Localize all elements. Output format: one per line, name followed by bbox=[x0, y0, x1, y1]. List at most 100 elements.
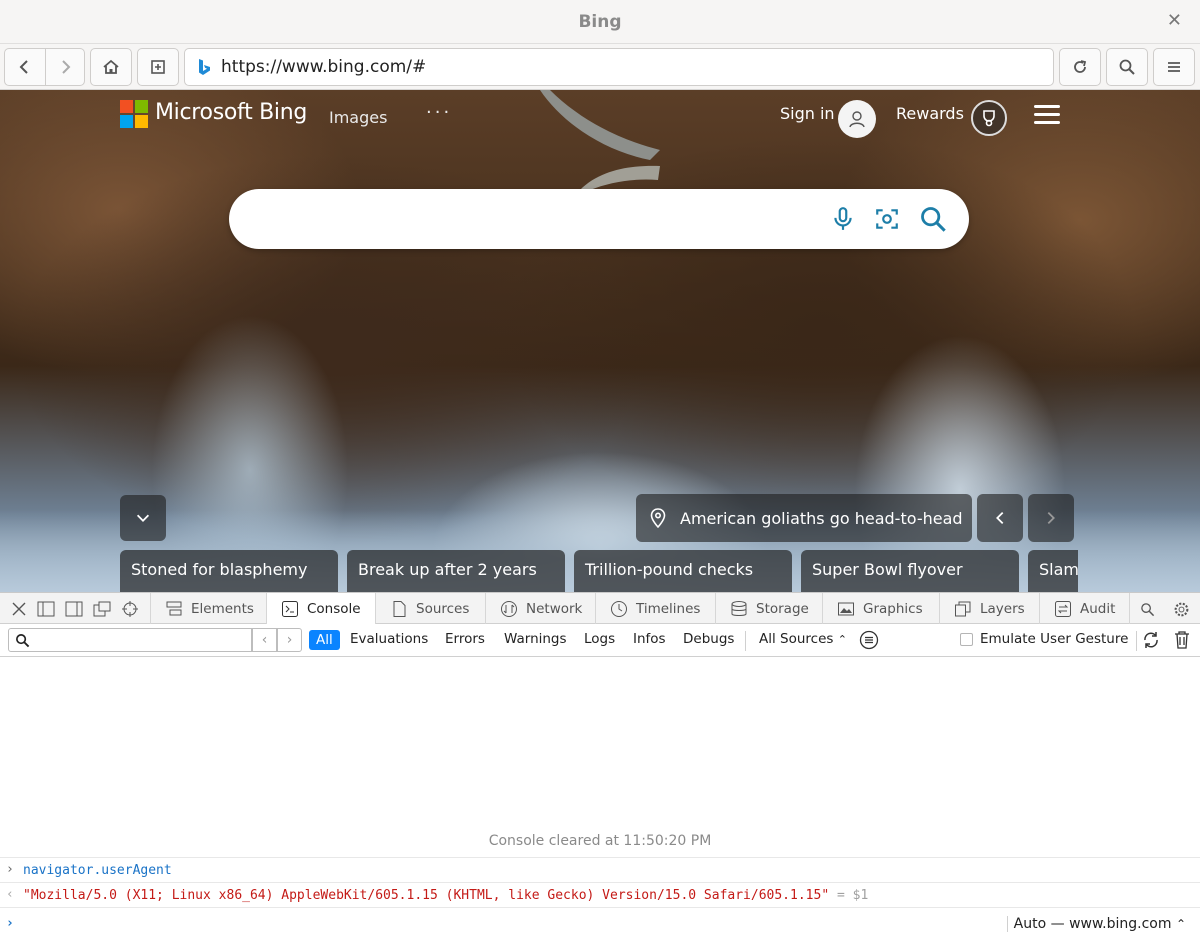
sign-in-link[interactable]: Sign in bbox=[780, 104, 835, 123]
url-bar[interactable]: https://www.bing.com/# bbox=[184, 48, 1054, 86]
new-tab-button[interactable] bbox=[137, 48, 179, 86]
console-result-text: "Mozilla/5.0 (X11; Linux x86_64) AppleWe… bbox=[23, 888, 830, 903]
bing-search-box bbox=[229, 189, 969, 249]
updown-chevron-icon: ⌃ bbox=[837, 633, 847, 646]
close-devtools-icon[interactable] bbox=[9, 599, 29, 619]
filter-next-button[interactable]: › bbox=[277, 628, 302, 652]
reload-console-icon[interactable] bbox=[1141, 630, 1161, 650]
graphics-icon bbox=[838, 602, 854, 615]
user-icon bbox=[849, 111, 865, 128]
network-icon bbox=[501, 600, 517, 617]
bing-menu-button[interactable] bbox=[1034, 105, 1060, 127]
collapse-feed-button[interactable] bbox=[120, 495, 166, 541]
close-window-icon[interactable]: ✕ bbox=[1167, 10, 1182, 31]
undock-glyph bbox=[93, 601, 111, 617]
previous-image-button[interactable] bbox=[977, 494, 1023, 542]
trending-tile[interactable]: Trillion-pound checks bbox=[574, 550, 792, 592]
divider bbox=[745, 631, 746, 651]
undock-icon[interactable] bbox=[92, 599, 112, 619]
tab-graphics[interactable]: Graphics bbox=[823, 593, 940, 624]
magnifier-glyph bbox=[921, 207, 946, 232]
console-filter-bar: ‹ › All Evaluations Errors Warnings Logs… bbox=[0, 624, 1200, 657]
console-result-row: ‹ "Mozilla/5.0 (X11; Linux x86_64) Apple… bbox=[0, 882, 1200, 907]
tab-network[interactable]: Network bbox=[486, 593, 596, 624]
emulate-gesture-checkbox[interactable] bbox=[960, 633, 973, 646]
nav-images-link[interactable]: Images bbox=[329, 108, 387, 127]
trending-tile[interactable]: Stoned for blasphemy bbox=[120, 550, 338, 592]
tab-sources[interactable]: Sources bbox=[376, 593, 486, 624]
console-result: "Mozilla/5.0 (X11; Linux x86_64) AppleWe… bbox=[23, 888, 868, 903]
microsoft-logo-icon bbox=[120, 100, 148, 128]
console-cleared-message: Console cleared at 11:50:20 PM bbox=[488, 833, 712, 849]
home-button[interactable] bbox=[90, 48, 132, 86]
bing-search-input[interactable] bbox=[253, 203, 833, 235]
menu-button[interactable] bbox=[1153, 48, 1195, 86]
trending-tile[interactable]: Break up after 2 years bbox=[347, 550, 565, 592]
image-caption-button[interactable]: American goliaths go head-to-head bbox=[636, 494, 972, 542]
filter-level-errors[interactable]: Errors bbox=[445, 631, 485, 647]
console-result-ref: = $1 bbox=[836, 888, 869, 903]
bing-brand[interactable]: Microsoft Bing bbox=[155, 100, 307, 125]
url-text: https://www.bing.com/# bbox=[221, 57, 427, 77]
filter-level-warnings[interactable]: Warnings bbox=[504, 631, 567, 647]
filter-level-evaluations[interactable]: Evaluations bbox=[350, 631, 428, 647]
tab-audit[interactable]: Audit bbox=[1040, 593, 1130, 624]
prompt-chevron-icon: › bbox=[6, 916, 14, 931]
tab-layers[interactable]: Layers bbox=[940, 593, 1040, 624]
chevron-left-icon bbox=[996, 511, 1004, 525]
rewards-trophy-icon[interactable] bbox=[971, 100, 1007, 136]
window-title: Bing bbox=[578, 11, 622, 32]
visual-search-icon[interactable] bbox=[871, 203, 903, 235]
filter-level-debugs[interactable]: Debugs bbox=[683, 631, 734, 647]
filter-level-logs[interactable]: Logs bbox=[584, 631, 615, 647]
tab-label: Elements bbox=[191, 600, 254, 617]
reload-button[interactable] bbox=[1059, 48, 1101, 86]
next-image-button[interactable] bbox=[1028, 494, 1074, 542]
reload-icon bbox=[1074, 60, 1087, 73]
filter-previous-button[interactable]: ‹ bbox=[252, 628, 277, 652]
nav-more-button[interactable]: ··· bbox=[426, 102, 452, 123]
search-submit-icon[interactable] bbox=[917, 203, 949, 235]
tab-timelines[interactable]: Timelines bbox=[596, 593, 716, 624]
hamburger-icon bbox=[1168, 62, 1180, 72]
tab-label: Audit bbox=[1080, 600, 1116, 617]
chevron-right-icon bbox=[1047, 511, 1055, 525]
tab-label: Timelines bbox=[636, 600, 701, 617]
camera-scan-glyph bbox=[876, 209, 898, 229]
devtools-settings-gear-icon[interactable] bbox=[1171, 599, 1191, 619]
dock-left-glyph bbox=[37, 601, 55, 617]
forward-button[interactable] bbox=[45, 48, 85, 86]
tab-console[interactable]: Console bbox=[267, 593, 376, 624]
dock-right-icon[interactable] bbox=[64, 599, 84, 619]
inspect-element-icon[interactable] bbox=[120, 599, 140, 619]
tab-storage[interactable]: Storage bbox=[716, 593, 823, 624]
back-button[interactable] bbox=[4, 48, 46, 86]
emulate-gesture-label: Emulate User Gesture bbox=[980, 631, 1129, 647]
execution-context-select[interactable]: Auto — www.bing.com ⌃ bbox=[1006, 916, 1186, 932]
chevron-right-icon: › bbox=[6, 862, 14, 877]
clear-console-trash-icon[interactable] bbox=[1173, 630, 1191, 650]
devtools-search-icon[interactable] bbox=[1137, 599, 1157, 619]
search-button[interactable] bbox=[1106, 48, 1148, 86]
sources-select[interactable]: All Sources ⌃ bbox=[759, 631, 847, 647]
tab-elements[interactable]: Elements bbox=[150, 593, 267, 624]
filter-level-infos[interactable]: Infos bbox=[633, 631, 666, 647]
console-filter-input[interactable] bbox=[37, 631, 247, 649]
dock-left-icon[interactable] bbox=[36, 599, 56, 619]
chevron-down-icon bbox=[136, 514, 150, 522]
microphone-glyph bbox=[834, 207, 852, 230]
console-command-row: › navigator.userAgent bbox=[0, 857, 1200, 882]
filter-level-all[interactable]: All bbox=[309, 630, 340, 650]
audit-icon bbox=[1055, 600, 1071, 617]
avatar[interactable] bbox=[838, 100, 876, 138]
trending-tile[interactable]: Slam bbox=[1028, 550, 1078, 592]
rewards-link[interactable]: Rewards bbox=[896, 104, 964, 123]
tab-label: Layers bbox=[980, 600, 1025, 617]
microphone-icon[interactable] bbox=[827, 203, 859, 235]
filter-options-icon[interactable] bbox=[859, 630, 879, 650]
tab-label: Storage bbox=[756, 600, 809, 617]
new-tab-icon bbox=[151, 60, 165, 74]
dock-right-glyph bbox=[65, 601, 83, 617]
trending-tile[interactable]: Super Bowl flyover bbox=[801, 550, 1019, 592]
location-pin-icon bbox=[650, 508, 666, 528]
